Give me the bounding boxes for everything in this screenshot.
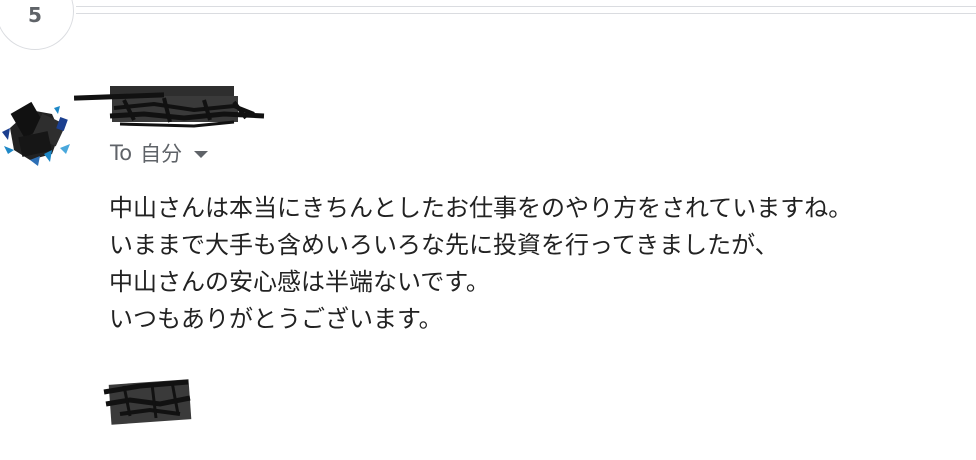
- message-count-label: 5: [28, 3, 42, 27]
- chevron-down-icon[interactable]: [194, 150, 209, 158]
- signature-redacted: [103, 379, 192, 425]
- message-body: 中山さんは本当にきちんとしたお仕事をのやり方をされていますね。 いままで大手も含…: [109, 190, 969, 338]
- recipient-prefix: To: [110, 141, 133, 165]
- sender-name-redacted: [74, 86, 265, 128]
- recipient-details-toggle[interactable]: To 自分: [110, 138, 209, 168]
- collapsed-messages-count[interactable]: 5: [0, 0, 74, 50]
- body-line: 中山さんは本当にきちんとしたお仕事をのやり方をされていますね。: [109, 194, 853, 222]
- body-line: いままで大手も含めいろいろな先に投資を行ってきましたが、: [109, 231, 779, 259]
- body-line: 中山さんの安心感は半端ないです。: [109, 268, 490, 296]
- recipient-name: 自分: [140, 142, 183, 166]
- sender-avatar[interactable]: [0, 88, 80, 172]
- collapsed-messages-divider: [76, 6, 976, 14]
- body-line: いつもありがとうございます。: [109, 305, 443, 333]
